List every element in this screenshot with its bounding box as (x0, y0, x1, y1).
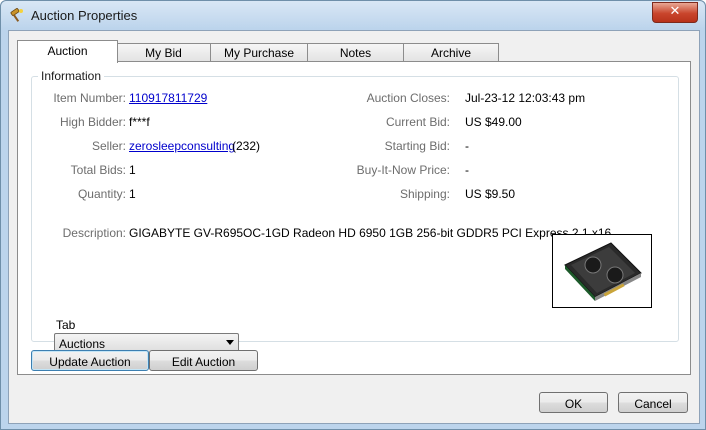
ok-button[interactable]: OK (539, 392, 608, 413)
tab-select-value: Auctions (59, 337, 106, 351)
shipping-label: Shipping: (399, 187, 450, 201)
high-bidder-value: f***f (129, 115, 150, 129)
item-number-link[interactable]: 110917811729 (129, 91, 207, 105)
item-thumbnail[interactable] (552, 234, 652, 308)
graphics-card-thumbnail (564, 242, 642, 301)
quantity-label: Quantity: (77, 187, 126, 201)
seller-label: Seller: (91, 139, 126, 153)
title-bar[interactable]: Auction Properties ✕ (1, 1, 705, 29)
shipping-value: US $9.50 (465, 187, 516, 201)
gavel-icon (10, 8, 23, 22)
tab-my-bid[interactable]: My Bid (116, 43, 211, 62)
high-bidder-label: High Bidder: (59, 115, 126, 129)
buy-it-now-value: - (465, 163, 469, 177)
auction-tab-panel: Information Item Number: 110917811729 Hi… (17, 61, 691, 375)
chevron-down-icon (226, 340, 234, 345)
starting-bid-label: Starting Bid: (384, 139, 450, 153)
dialog-body: Auction My Bid My Purchase Notes Archive… (8, 30, 700, 424)
edit-auction-button[interactable]: Edit Auction (149, 350, 258, 371)
description-value: GIGABYTE GV-R695OC-1GD Radeon HD 6950 1G… (129, 226, 612, 240)
total-bids-value: 1 (129, 163, 136, 177)
seller-feedback: (232) (232, 139, 261, 153)
cancel-button[interactable]: Cancel (618, 392, 688, 413)
tab-archive[interactable]: Archive (403, 43, 499, 62)
seller-link[interactable]: zerosleepconsulting (129, 139, 235, 153)
buy-it-now-label: Buy-It-Now Price: (356, 163, 450, 177)
information-legend: Information (38, 69, 105, 83)
tab-auction[interactable]: Auction (17, 40, 118, 63)
auction-closes-label: Auction Closes: (366, 91, 450, 105)
auction-closes-value: Jul-23-12 12:03:43 pm (465, 91, 586, 105)
starting-bid-value: - (465, 139, 469, 153)
current-bid-value: US $49.00 (465, 115, 522, 129)
item-number-label: Item Number: (53, 91, 126, 105)
total-bids-label: Total Bids: (70, 163, 126, 177)
update-auction-button[interactable]: Update Auction (31, 350, 149, 371)
auction-properties-window: Auction Properties ✕ Auction My Bid My P… (0, 0, 706, 430)
quantity-value: 1 (129, 187, 136, 201)
current-bid-label: Current Bid: (385, 115, 450, 129)
tab-select-label: Tab (56, 318, 76, 332)
close-button[interactable]: ✕ (652, 2, 698, 23)
window-title: Auction Properties (31, 8, 138, 23)
tab-notes[interactable]: Notes (307, 43, 404, 62)
tab-my-purchase[interactable]: My Purchase (210, 43, 308, 62)
description-label: Description: (62, 226, 126, 240)
